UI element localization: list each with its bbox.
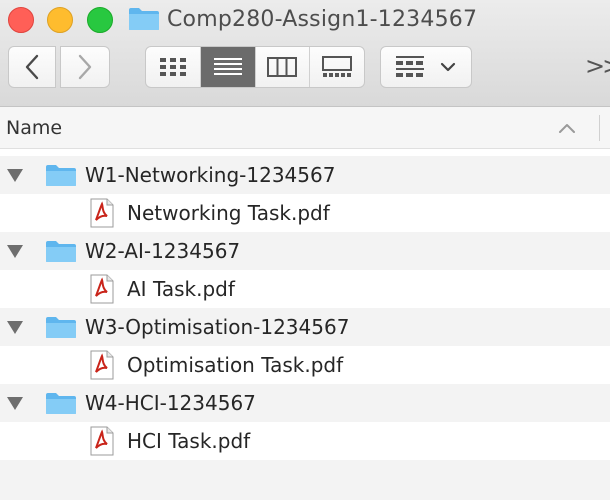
gallery-view-icon — [322, 56, 353, 77]
icon-view-button[interactable] — [146, 47, 201, 87]
gallery-view-button[interactable] — [310, 47, 364, 87]
maximize-window-button[interactable] — [87, 7, 113, 33]
list-empty-area — [0, 460, 610, 500]
window-title-area: Comp280-Assign1-1234567 — [128, 3, 477, 35]
close-window-button[interactable] — [8, 7, 34, 33]
column-view-button[interactable] — [256, 47, 311, 87]
minimize-window-button[interactable] — [47, 7, 73, 33]
view-mode-control — [145, 46, 365, 88]
file-name: HCI Task.pdf — [127, 429, 251, 453]
name-column-label[interactable]: Name — [6, 117, 62, 139]
list-item[interactable]: W1-Networking-1234567 — [0, 156, 610, 194]
pdf-icon — [90, 426, 114, 456]
list-item[interactable]: W3-Optimisation-1234567 — [0, 308, 610, 346]
window-title: Comp280-Assign1-1234567 — [167, 6, 478, 32]
file-name: AI Task.pdf — [127, 277, 235, 301]
file-name: Networking Task.pdf — [127, 201, 330, 225]
chevron-down-icon — [440, 62, 455, 72]
chevron-left-icon — [25, 54, 39, 80]
list-view-icon — [213, 58, 242, 75]
pdf-icon — [90, 274, 114, 304]
back-button[interactable] — [8, 46, 56, 88]
title-bar: Comp280-Assign1-1234567 > — [0, 0, 610, 107]
double-chevron-right-icon: >> — [585, 52, 610, 80]
column-view-icon — [267, 57, 298, 77]
folder-icon — [46, 241, 76, 262]
icon-view-icon — [159, 58, 186, 76]
list-column-header[interactable]: Name — [0, 107, 610, 149]
group-by-button[interactable] — [380, 46, 472, 88]
folder-icon — [129, 8, 159, 30]
list-item[interactable]: Networking Task.pdf — [0, 194, 610, 232]
list-view-button[interactable] — [200, 47, 256, 87]
chevron-right-icon — [78, 54, 92, 80]
list-item[interactable]: AI Task.pdf — [0, 270, 610, 308]
group-by-icon — [396, 56, 425, 77]
folder-icon — [46, 165, 76, 186]
folder-name: W4-HCI-1234567 — [85, 391, 256, 415]
disclosure-triangle-icon[interactable] — [7, 321, 23, 334]
folder-name: W2-AI-1234567 — [85, 239, 241, 263]
disclosure-triangle-icon[interactable] — [7, 169, 23, 182]
file-list: W1-Networking-1234567 Networking Task.pd… — [0, 156, 610, 460]
forward-button[interactable] — [60, 46, 110, 88]
list-item[interactable]: Optimisation Task.pdf — [0, 346, 610, 384]
column-divider[interactable] — [599, 115, 600, 141]
folder-icon — [46, 317, 76, 338]
folder-name: W3-Optimisation-1234567 — [85, 315, 350, 339]
folder-icon — [46, 393, 76, 414]
list-item[interactable]: W4-HCI-1234567 — [0, 384, 610, 422]
pdf-icon — [90, 198, 114, 228]
pdf-icon — [90, 350, 114, 380]
folder-name: W1-Networking-1234567 — [85, 163, 336, 187]
list-item[interactable]: W2-AI-1234567 — [0, 232, 610, 270]
disclosure-triangle-icon[interactable] — [7, 245, 23, 258]
list-item[interactable]: HCI Task.pdf — [0, 422, 610, 460]
chevron-up-icon[interactable] — [558, 122, 576, 134]
disclosure-triangle-icon[interactable] — [7, 397, 23, 410]
file-name: Optimisation Task.pdf — [127, 353, 344, 377]
toolbar-overflow-button[interactable]: >> — [585, 52, 610, 80]
